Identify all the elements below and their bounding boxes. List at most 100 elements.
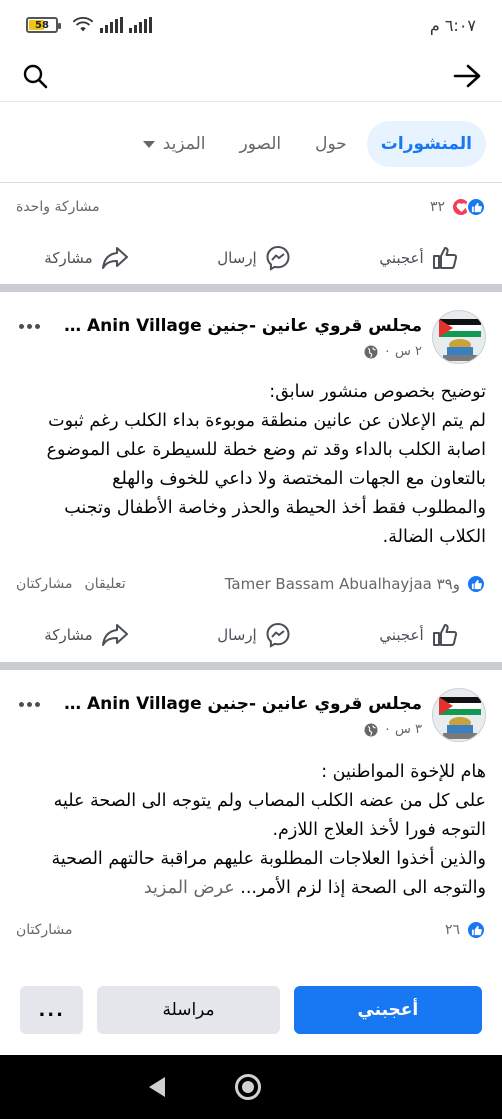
tab-about[interactable]: حول bbox=[301, 121, 361, 167]
battery-percent: 58 bbox=[35, 19, 49, 31]
post1-line: والمطلوب فقط أخذ الحيطة والحذر وخاصة الأ… bbox=[64, 498, 486, 518]
nav-back-icon[interactable] bbox=[149, 1077, 165, 1097]
post-meta: ٣ س ٠ bbox=[364, 722, 422, 737]
post1-header: مجلس قروي عانين -جنين Anin Village … ٢ س… bbox=[0, 310, 502, 370]
reaction-names: Tamer Bassam Abualhayjaa و٣٩ bbox=[224, 575, 460, 593]
post-options-icon[interactable] bbox=[14, 316, 44, 336]
send-button[interactable]: إرسال bbox=[217, 622, 290, 648]
page-action-bar: أعجبني مراسلة ... bbox=[0, 982, 502, 1038]
share-count[interactable]: مشاركة واحدة bbox=[16, 199, 100, 215]
search-icon bbox=[23, 64, 48, 88]
share-button[interactable]: مشاركة bbox=[44, 245, 128, 271]
globe-icon bbox=[364, 345, 378, 358]
share-count[interactable]: مشاركتان bbox=[16, 576, 72, 592]
arrow-right-icon bbox=[453, 64, 481, 87]
post2-counts: مشاركتان bbox=[16, 922, 72, 938]
like-label: أعجبني bbox=[379, 249, 424, 267]
reaction-icons bbox=[451, 197, 486, 217]
post-meta: ٢ س ٠ bbox=[364, 344, 422, 359]
wifi-icon bbox=[72, 17, 94, 32]
post-options-icon[interactable] bbox=[14, 694, 44, 714]
post1-reactions[interactable]: Tamer Bassam Abualhayjaa و٣٩ bbox=[225, 574, 486, 594]
post-separator bbox=[0, 284, 502, 292]
share-label: مشاركة bbox=[44, 626, 93, 644]
divider bbox=[0, 182, 502, 183]
post2-line: هام للإخوة المواطنين : bbox=[321, 762, 486, 782]
page-tabs: المنشورات حول الصور المزيد bbox=[0, 112, 502, 176]
thumbs-up-icon bbox=[432, 624, 457, 646]
reaction-count: ٢٦ bbox=[444, 922, 460, 938]
prev-post-actions: أعجبني إرسال مشاركة bbox=[0, 233, 502, 283]
send-button[interactable]: إرسال bbox=[217, 245, 290, 271]
post2-line: على كل من عضه الكلب المصاب ولم يتوجه الى… bbox=[53, 791, 486, 811]
battery-icon: 58 bbox=[26, 17, 61, 33]
post2-stats: ٢٦ مشاركتان bbox=[0, 916, 502, 944]
post1-counts: تعليقان مشاركتان bbox=[16, 576, 126, 592]
send-label: إرسال bbox=[217, 249, 257, 267]
page-like-button[interactable]: أعجبني bbox=[293, 986, 482, 1034]
message-button[interactable]: مراسلة bbox=[97, 986, 280, 1034]
back-button[interactable] bbox=[450, 59, 484, 93]
page-logo-image bbox=[433, 689, 485, 741]
post2-line: والذين أخذوا العلاجات المطلوبة عليهم مرا… bbox=[51, 849, 486, 869]
signal-icon-2 bbox=[129, 17, 152, 33]
post2-line: التوجه فورا لأخذ العلاج اللازم. bbox=[272, 820, 486, 840]
post-time[interactable]: ٣ س ٠ bbox=[384, 722, 422, 737]
post1-line: توضيح بخصوص منشور سابق: bbox=[269, 382, 486, 402]
clock: ٦:٠٧ م bbox=[429, 15, 476, 35]
system-nav-bar bbox=[0, 1055, 502, 1119]
post1-stats: Tamer Bassam Abualhayjaa و٣٩ تعليقان مشا… bbox=[0, 570, 502, 598]
see-more-link[interactable]: عرض المزيد bbox=[144, 878, 235, 898]
like-button[interactable]: أعجبني bbox=[379, 622, 457, 648]
tab-more-label: المزيد bbox=[162, 134, 206, 154]
post2-last-line: والتوجه الى الصحة إذا لزم الأمر... عرض ا… bbox=[16, 874, 486, 903]
thumbs-up-icon bbox=[432, 247, 457, 269]
messenger-icon bbox=[266, 622, 290, 648]
prev-post-stats: ٣٢ مشاركة واحدة bbox=[0, 190, 502, 224]
page-name[interactable]: مجلس قروي عانين -جنين Anin Village … bbox=[62, 694, 422, 714]
post-time[interactable]: ٢ س ٠ bbox=[384, 344, 422, 359]
share-button[interactable]: مشاركة bbox=[44, 622, 128, 648]
top-toolbar bbox=[0, 50, 502, 102]
search-button[interactable] bbox=[18, 59, 52, 93]
share-count[interactable]: مشاركتان bbox=[16, 922, 72, 938]
caret-down-icon bbox=[142, 140, 155, 148]
post2-line: والتوجه الى الصحة إذا لزم الأمر... bbox=[240, 878, 486, 898]
share-label: مشاركة bbox=[44, 249, 93, 267]
post2-reactions[interactable]: ٢٦ bbox=[445, 920, 486, 940]
post1-line: اصابة الكلب بالداء وقد تم وضع خطة للسيطر… bbox=[46, 440, 486, 460]
post1-line: بالتعاون مع الجهات المختصة ولا داعي للخو… bbox=[112, 469, 486, 489]
comment-count[interactable]: تعليقان bbox=[84, 576, 125, 592]
like-reaction-icon bbox=[466, 574, 486, 594]
page-avatar[interactable] bbox=[432, 688, 486, 742]
post2-header: مجلس قروي عانين -جنين Anin Village … ٣ س… bbox=[0, 688, 502, 748]
tab-photos[interactable]: الصور bbox=[226, 121, 296, 167]
status-icons: 58 bbox=[26, 16, 152, 34]
tab-posts[interactable]: المنشورات bbox=[366, 121, 486, 167]
share-icon bbox=[101, 624, 128, 646]
status-bar: 58 ٦:٠٧ م bbox=[0, 0, 502, 50]
like-label: أعجبني bbox=[379, 626, 424, 644]
more-options-button[interactable]: ... bbox=[20, 986, 84, 1034]
post1-line: لم يتم الإعلان عن عانين منطقة موبوءة بدا… bbox=[48, 411, 486, 431]
send-label: إرسال bbox=[217, 626, 257, 644]
nav-home-icon[interactable] bbox=[235, 1074, 261, 1100]
page-avatar[interactable] bbox=[432, 310, 486, 364]
prev-post-reactions[interactable]: ٣٢ bbox=[430, 197, 486, 217]
messenger-icon bbox=[266, 245, 290, 271]
post-separator bbox=[0, 662, 502, 670]
page-name[interactable]: مجلس قروي عانين -جنين Anin Village … bbox=[62, 316, 422, 336]
share-icon bbox=[101, 247, 128, 269]
globe-icon bbox=[364, 723, 378, 736]
post1-actions: أعجبني إرسال مشاركة bbox=[0, 610, 502, 660]
reaction-count: ٣٢ bbox=[429, 199, 445, 215]
post1-line: الكلاب الضالة. bbox=[382, 527, 486, 547]
tab-more[interactable]: المزيد bbox=[129, 121, 220, 167]
like-button[interactable]: أعجبني bbox=[379, 245, 457, 271]
post1-body: توضيح بخصوص منشور سابق: لم يتم الإعلان ع… bbox=[16, 378, 486, 552]
like-reaction-icon bbox=[466, 197, 486, 217]
page-logo-image bbox=[433, 311, 485, 363]
post2-body: هام للإخوة المواطنين : على كل من عضه الك… bbox=[16, 758, 486, 903]
like-reaction-icon bbox=[466, 920, 486, 940]
